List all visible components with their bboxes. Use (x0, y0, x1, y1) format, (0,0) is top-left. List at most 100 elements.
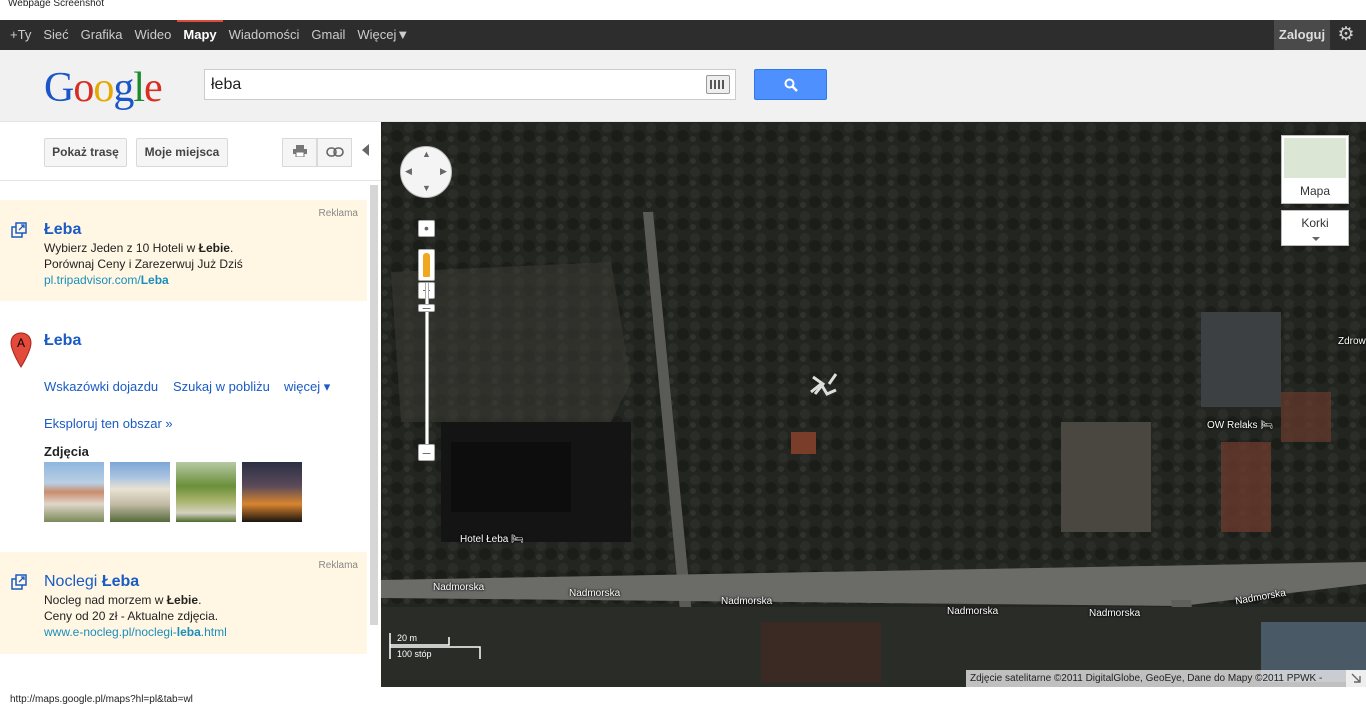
nav-siec[interactable]: Sieć (37, 20, 74, 50)
nav-mapy[interactable]: Mapy (177, 20, 223, 50)
nav-plus-ty[interactable]: +Ty (4, 20, 37, 50)
reset-view-icon[interactable]: • (418, 220, 435, 237)
map-label-ow-relaks[interactable]: OW Relaks 🛏 (1207, 420, 1273, 431)
print-icon[interactable] (282, 138, 317, 167)
search-input[interactable] (205, 70, 695, 99)
ad-line-1-bold: Łebie (198, 241, 230, 255)
ad-title-bold: Łeba (101, 573, 140, 590)
resize-corner-icon[interactable] (1346, 670, 1366, 687)
ad-title[interactable]: Łeba (44, 221, 81, 239)
search-box (204, 69, 736, 100)
map-copyright: Zdjęcie satelitarne ©2011 DigitalGlobe, … (966, 670, 1366, 687)
more-link[interactable]: więcej ▾ (284, 379, 330, 395)
map-thumbnail (1284, 138, 1346, 178)
gear-icon[interactable]: ⚙ (1334, 24, 1358, 46)
traffic-dropdown[interactable]: Korki (1281, 210, 1349, 246)
keyboard-icon[interactable] (706, 75, 730, 94)
ad-label: Reklama (318, 208, 358, 219)
zoom-slider-handle[interactable]: – (418, 300, 435, 314)
nav-gmail[interactable]: Gmail (305, 20, 351, 50)
map-type-label: Mapa (1299, 184, 1331, 198)
pan-left-icon[interactable]: ◀ (405, 166, 412, 177)
search-button[interactable] (754, 69, 827, 100)
nav-wiecej-label: Więcej (357, 27, 397, 42)
ad-label: Reklama (318, 560, 358, 571)
scale-meters: 20 m (397, 633, 417, 643)
ad-line-1: Nocleg nad morzem w Łebie. (44, 593, 201, 607)
map-label-zdrow[interactable]: Zdrow (1338, 336, 1366, 347)
my-places-button[interactable]: Moje miejsca (136, 138, 228, 167)
photo-thumbnail[interactable] (242, 462, 302, 522)
pan-control[interactable]: ▲ ◀ ▶ ▼ (400, 146, 452, 198)
marker-letter: A (17, 336, 25, 350)
traffic-label: Korki (1301, 216, 1329, 230)
google-logo[interactable]: Google (44, 64, 163, 112)
ad-url-pre: www.e-nocleg.pl/noclegi- (44, 625, 177, 639)
street-label: Nadmorska (433, 582, 485, 593)
street-label: Nadmorska (947, 606, 999, 617)
ad-url-bold: Leba (140, 273, 169, 287)
pan-down-icon[interactable]: ▼ (422, 183, 431, 193)
chevron-down-icon: ▼ (396, 27, 410, 42)
external-link-icon (11, 222, 27, 238)
top-nav: +Ty Sieć Grafika Wideo Mapy Wiadomości G… (4, 20, 415, 50)
ad-line-1-pre: Nocleg nad morzem w (44, 593, 167, 607)
street-view-pegman-icon[interactable] (418, 249, 435, 281)
nav-wideo[interactable]: Wideo (129, 20, 178, 50)
google-top-bar: +Ty Sieć Grafika Wideo Mapy Wiadomości G… (0, 20, 1366, 50)
ad-tripadvisor: Reklama Łeba Wybierz Jeden z 10 Hoteli w… (0, 200, 367, 301)
pan-up-icon[interactable]: ▲ (422, 149, 431, 159)
hotel-bed-icon: 🛏 (1260, 420, 1274, 431)
ad-line-1-pre: Wybierz Jeden z 10 Hoteli w (44, 241, 199, 255)
ad-url[interactable]: pl.tripadvisor.com/Leba (44, 273, 169, 287)
relaks-label-text: OW Relaks (1207, 420, 1258, 431)
map-label-hotel-leba[interactable]: Hotel Łeba 🛏 (460, 534, 524, 545)
place-title[interactable]: Łeba (44, 332, 81, 350)
divider (0, 180, 381, 181)
scale-bar: 20 m 100 stóp (389, 633, 481, 659)
pan-right-icon[interactable]: ▶ (440, 166, 447, 177)
login-button[interactable]: Zaloguj (1274, 20, 1330, 50)
ad-title[interactable]: Noclegi Łeba (44, 573, 139, 591)
nav-grafika[interactable]: Grafika (75, 20, 129, 50)
explore-link[interactable]: Eksploruj ten obszar » (44, 416, 173, 431)
ad-line-2: Ceny od 20 zł - Aktualne zdjęcia. (44, 609, 219, 623)
ad-line-1-bold: Łebie (166, 593, 199, 607)
ad-url-bold: leba (176, 625, 201, 639)
map-marker-icon[interactable]: A (10, 332, 32, 368)
external-link-icon (11, 574, 27, 590)
scale-feet: 100 stóp (397, 649, 432, 659)
map-type-toggle[interactable]: Mapa (1281, 135, 1349, 204)
nav-wiecej[interactable]: Więcej▼ (351, 20, 415, 50)
ad-url-pre: pl.tripadvisor.com/ (44, 273, 141, 287)
link-icon[interactable] (317, 138, 352, 167)
hotel-bed-icon: 🛏 (511, 534, 524, 545)
ad-url[interactable]: www.e-nocleg.pl/noclegi-leba.html (44, 625, 227, 639)
nav-wiadomosci[interactable]: Wiadomości (223, 20, 306, 50)
status-bar-url: http://maps.google.pl/maps?hl=pl&tab=wl (0, 687, 1366, 707)
photo-thumbnail[interactable] (44, 462, 104, 522)
ad-line-1-post: . (198, 593, 202, 607)
photo-thumbnail[interactable] (176, 462, 236, 522)
satellite-map[interactable]: ▲ ◀ ▶ ▼ • + – – Hotel Łeba 🛏 OW Relaks 🛏… (381, 122, 1366, 687)
ad-url-post: .html (200, 625, 227, 639)
ad-title-text: Łeba (44, 221, 82, 238)
panel-scrollbar[interactable] (370, 185, 378, 625)
ad-line-2: Porównaj Ceny i Zarezerwuj Już Dziś (44, 257, 243, 271)
results-panel: Pokaż trasę Moje miejsca Reklama Łeba Wy… (0, 123, 381, 687)
photo-thumbnail[interactable] (110, 462, 170, 522)
directions-link[interactable]: Wskazówki dojazdu (44, 379, 158, 394)
search-icon (784, 78, 798, 92)
ad-title-pre: Noclegi (44, 573, 102, 590)
route-button[interactable]: Pokaż trasę (44, 138, 127, 167)
zoom-out-icon[interactable]: – (418, 444, 435, 461)
ad-line-1: Wybierz Jeden z 10 Hoteli w Łebie. (44, 241, 233, 255)
ad-line-1-post: . (229, 241, 234, 255)
satellite-imagery (381, 122, 1366, 687)
street-label: Nadmorska (569, 588, 621, 599)
collapse-panel-icon[interactable] (362, 144, 369, 156)
window-caption: Webpage Screenshot (8, 0, 104, 9)
street-label: Nadmorska (721, 596, 773, 607)
search-nearby-link[interactable]: Szukaj w pobliżu (173, 379, 270, 394)
street-label: Nadmorska (1089, 608, 1141, 619)
